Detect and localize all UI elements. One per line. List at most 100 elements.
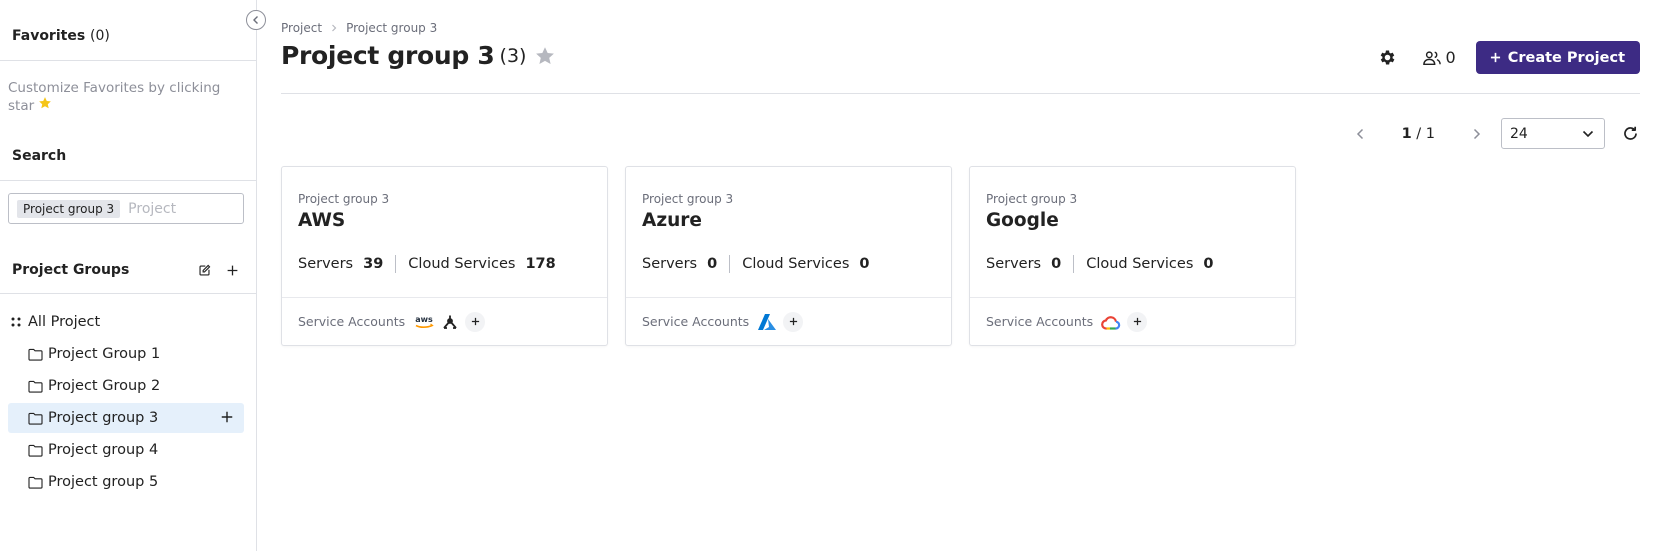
project-groups-actions xyxy=(196,262,240,278)
servers-label: Servers xyxy=(642,256,698,272)
prev-page-icon[interactable] xyxy=(1352,125,1370,143)
card-group-label: Project group 3 xyxy=(642,192,734,206)
sidebar: Favorites (0) Customize Favorites by cli… xyxy=(0,0,257,551)
page-size-value: 24 xyxy=(1510,125,1528,142)
header-actions: 0 Create Project xyxy=(1377,41,1640,74)
servers-value: 39 xyxy=(363,256,384,272)
favorite-star-icon[interactable] xyxy=(534,45,556,67)
cloud-services-value: 0 xyxy=(859,256,870,272)
search-title: Search xyxy=(12,148,67,164)
project-card-google[interactable]: Project group 3 Google Servers 0 Cloud S… xyxy=(969,166,1296,346)
card-project-name: Azure xyxy=(642,210,702,231)
sidebar-collapse-button[interactable] xyxy=(246,10,266,30)
tree-item-label: Project Group 2 xyxy=(48,378,161,394)
folder-icon xyxy=(28,444,43,457)
search-input[interactable] xyxy=(128,200,229,217)
service-account-icons: aws xyxy=(413,311,486,332)
servers-label: Servers xyxy=(986,256,1042,272)
page-title-text: Project group 3 xyxy=(281,41,495,70)
page-size-select[interactable]: 24 xyxy=(1501,118,1605,149)
tree-item-project-group-1[interactable]: Project Group 1 xyxy=(8,339,244,369)
servers-value: 0 xyxy=(707,256,718,272)
favorites-hint: Customize Favorites by clicking star xyxy=(8,80,238,114)
service-account-icons xyxy=(1101,311,1148,332)
add-service-account-button[interactable] xyxy=(1127,311,1148,332)
chevron-left-icon xyxy=(253,16,258,24)
cloud-services-label: Cloud Services xyxy=(1086,256,1194,272)
page-indicator: 1 / 1 xyxy=(1402,126,1435,142)
breadcrumb-item[interactable]: Project xyxy=(281,21,322,35)
add-project-icon[interactable] xyxy=(220,410,234,428)
tree-item-label: Project group 3 xyxy=(48,410,159,426)
cloud-services-value: 0 xyxy=(1203,256,1214,272)
refresh-icon[interactable] xyxy=(1620,124,1640,144)
servers-value: 0 xyxy=(1051,256,1062,272)
card-stats: Servers 0 Cloud Services 0 xyxy=(642,255,869,273)
add-service-account-button[interactable] xyxy=(783,311,804,332)
folder-icon xyxy=(28,380,43,393)
divider xyxy=(0,180,257,181)
azure-logo-icon xyxy=(758,313,777,330)
card-group-label: Project group 3 xyxy=(986,192,1078,206)
plus-icon xyxy=(789,317,797,326)
service-accounts-label: Service Accounts xyxy=(298,314,406,329)
breadcrumb-item: Project group 3 xyxy=(346,21,438,35)
project-card-aws[interactable]: Project group 3 AWS Servers 39 Cloud Ser… xyxy=(281,166,608,346)
breadcrumb: Project Project group 3 xyxy=(281,21,437,35)
cloud-services-label: Cloud Services xyxy=(408,256,516,272)
tree-item-project-group-2[interactable]: Project Group 2 xyxy=(8,371,244,401)
divider xyxy=(395,255,397,273)
favorites-count: (0) xyxy=(90,28,110,44)
total-pages: / 1 xyxy=(1416,125,1435,142)
svg-text:aws: aws xyxy=(415,315,433,324)
divider xyxy=(281,93,1640,94)
tree-item-project-group-5[interactable]: Project group 5 xyxy=(8,467,244,497)
tree-item-all-project[interactable]: All Project xyxy=(8,307,244,337)
tree-item-label: All Project xyxy=(28,314,101,330)
chevron-down-icon xyxy=(1582,130,1594,137)
chevron-right-icon xyxy=(330,21,338,35)
gear-icon[interactable] xyxy=(1377,47,1399,69)
edit-icon[interactable] xyxy=(196,262,212,278)
search-box[interactable]: Project group 3 xyxy=(8,193,244,224)
page-title: Project group 3 (3) xyxy=(281,41,556,70)
grid-dots-icon xyxy=(11,317,21,327)
tree-item-project-group-3[interactable]: Project group 3 xyxy=(8,403,244,433)
plus-icon xyxy=(1133,317,1141,326)
card-footer: Service Accounts xyxy=(970,297,1295,345)
service-accounts-label: Service Accounts xyxy=(642,314,750,329)
add-service-account-button[interactable] xyxy=(465,311,486,332)
folder-icon xyxy=(28,476,43,489)
favorites-title: Favorites (0) xyxy=(12,28,110,44)
plus-icon xyxy=(1490,52,1500,63)
folder-icon xyxy=(28,348,43,361)
cloud-services-value: 178 xyxy=(525,256,556,272)
tree-item-label: Project group 5 xyxy=(48,474,159,490)
search-filter-tag[interactable]: Project group 3 xyxy=(17,199,121,218)
service-accounts-label: Service Accounts xyxy=(986,314,1094,329)
members-indicator[interactable]: 0 xyxy=(1422,48,1456,67)
folder-icon xyxy=(28,412,43,425)
add-group-icon[interactable] xyxy=(224,262,240,278)
page-title-count: (3) xyxy=(499,44,527,67)
card-stats: Servers 39 Cloud Services 178 xyxy=(298,255,556,273)
next-page-icon[interactable] xyxy=(1467,125,1485,143)
cloud-services-label: Cloud Services xyxy=(742,256,850,272)
divider xyxy=(729,255,731,273)
project-groups-title: Project Groups xyxy=(12,262,130,278)
favorites-title-label: Favorites xyxy=(12,28,86,44)
card-group-label: Project group 3 xyxy=(298,192,390,206)
card-stats: Servers 0 Cloud Services 0 xyxy=(986,255,1213,273)
star-emoji-icon xyxy=(38,96,52,114)
service-account-icons xyxy=(757,311,804,332)
servers-label: Servers xyxy=(298,256,354,272)
alibaba-tripod-icon xyxy=(443,315,457,329)
card-footer: Service Accounts aws xyxy=(282,297,607,345)
tree-item-project-group-4[interactable]: Project group 4 xyxy=(8,435,244,465)
card-project-name: AWS xyxy=(298,210,346,231)
project-card-azure[interactable]: Project group 3 Azure Servers 0 Cloud Se… xyxy=(625,166,952,346)
card-footer: Service Accounts xyxy=(626,297,951,345)
create-project-label: Create Project xyxy=(1507,49,1625,66)
create-project-button[interactable]: Create Project xyxy=(1475,41,1640,74)
divider xyxy=(0,60,257,61)
